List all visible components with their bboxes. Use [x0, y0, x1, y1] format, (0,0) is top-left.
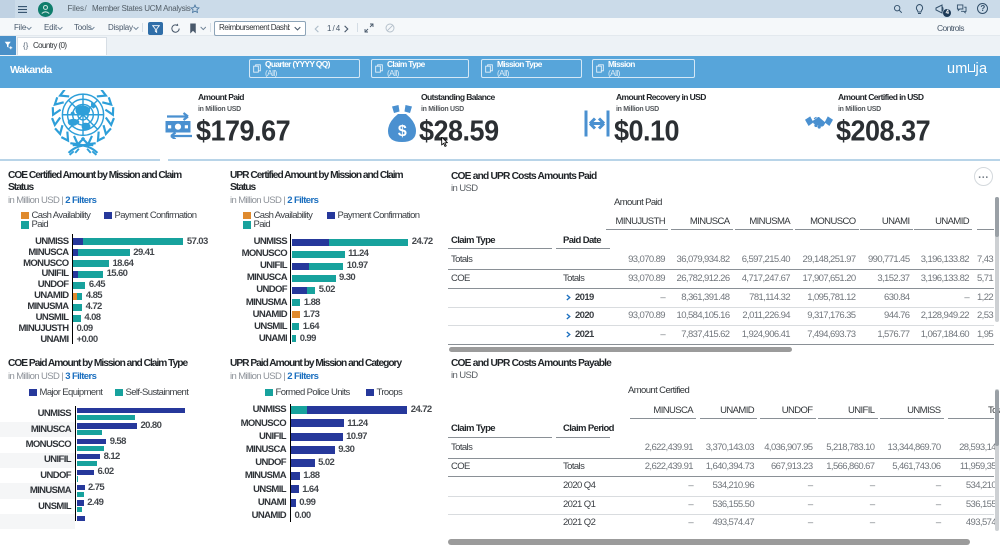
svg-text:$: $ — [398, 123, 407, 140]
